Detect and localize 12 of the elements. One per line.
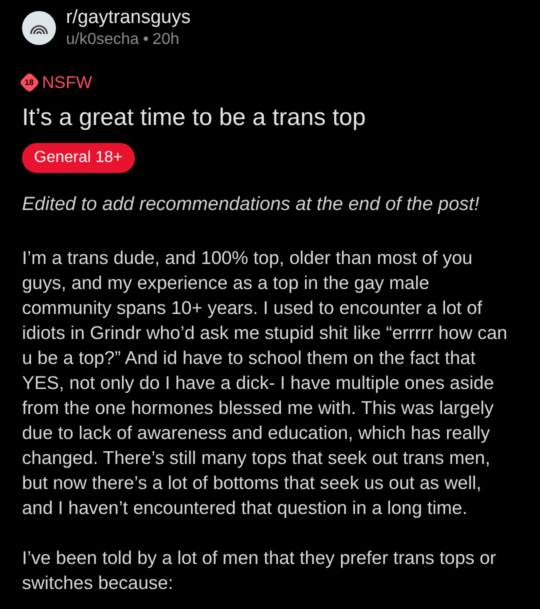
flair-tag: General 18+ xyxy=(22,143,135,174)
subreddit-avatar[interactable] xyxy=(22,10,56,45)
nsfw-label: NSFW xyxy=(42,72,92,94)
subreddit-name[interactable]: r/gaytransguys xyxy=(66,6,191,30)
post-age: 20h xyxy=(152,30,180,50)
post-title: It’s a great time to be a trans top xyxy=(22,103,367,134)
nsfw-badge-icon: 18 xyxy=(18,72,40,94)
edit-note: Edited to add recommendations at the end of the post! xyxy=(22,193,480,218)
separator-dot: • xyxy=(142,30,149,50)
author-name[interactable]: u/k0secha xyxy=(66,30,139,50)
body-paragraph: I’ve been told by a lot of men that they prefer trans tops or switches because: xyxy=(22,546,498,595)
body-paragraph: I’m a trans dude, and 100% top, older than most of you guys, and my experience as a top in the gay male community spans 10+ years. I used to encounter a lot of idiots in Grindr who’d ask me stupid shit like “errrrr how can u be a top?” And id have to school them on the fact that YES, not only do I have a dick- I have multiple ones aside from the one hormones blessed me with. This was largely due to lack of awareness and education, which has really changed. There’s still many tops that seek out trans men, but now there’s a lot of bottoms that seek us out as well, and I haven’t encountered that question in a long time. xyxy=(22,246,508,520)
